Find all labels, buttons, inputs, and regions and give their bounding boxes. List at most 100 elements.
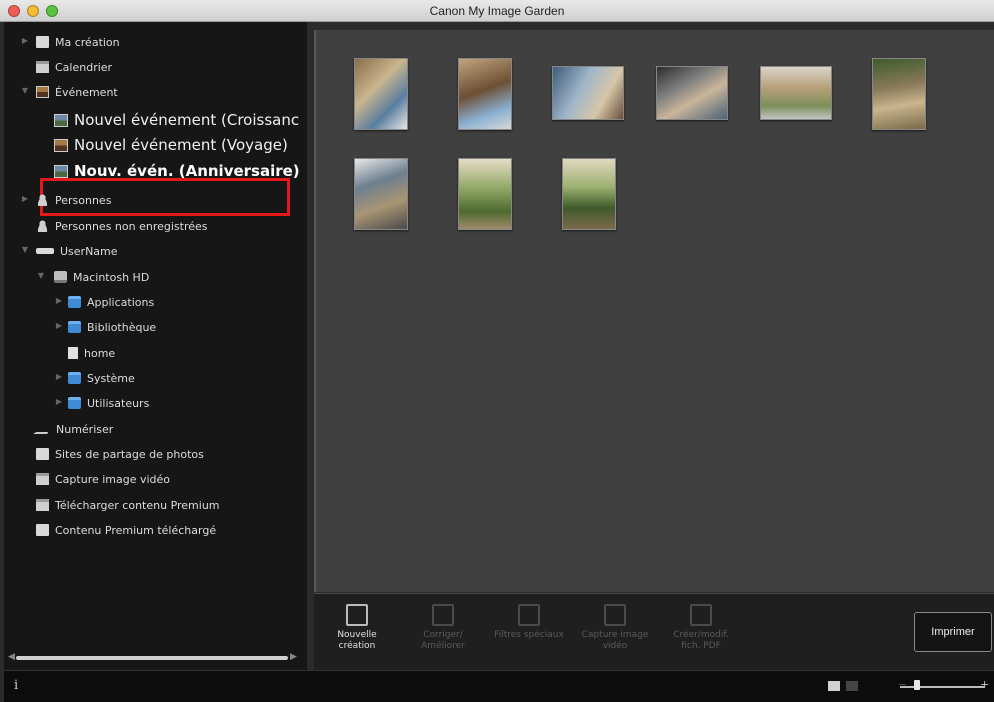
image-thumbnail[interactable]	[562, 158, 616, 230]
home-folder-icon	[68, 347, 78, 359]
unregistered-person-icon	[36, 220, 49, 232]
sidebar-item-label: Événement	[55, 85, 118, 99]
folder-icon	[68, 321, 81, 333]
zoom-slider-thumb[interactable]	[914, 680, 920, 690]
sidebar-item-ma-creation[interactable]: Ma création	[36, 30, 120, 54]
image-thumbnail[interactable]	[458, 58, 512, 130]
sidebar-item-home[interactable]: home	[68, 341, 115, 365]
tool-label: Nouvelle création	[337, 630, 377, 651]
image-grid[interactable]	[314, 30, 994, 592]
scroll-left-icon[interactable]: ◀	[8, 652, 15, 662]
collapse-arrow-icon[interactable]: ▼	[20, 86, 30, 95]
window-title: Canon My Image Garden	[429, 4, 565, 18]
event-thumbnail-icon	[54, 113, 68, 127]
sidebar-item-label: Bibliothèque	[87, 320, 157, 334]
image-thumbnail[interactable]	[458, 158, 512, 230]
sidebar-item-applications[interactable]: Applications	[68, 290, 154, 314]
collapse-arrow-icon[interactable]: ▼	[36, 271, 46, 280]
new-art-button[interactable]: Nouvelle création	[322, 600, 392, 652]
collapse-arrow-icon[interactable]: ▼	[20, 245, 30, 254]
download-premium-icon	[36, 499, 49, 511]
image-thumbnail[interactable]	[656, 66, 728, 120]
sidebar-item-event-croissance[interactable]: Nouvel événement (Croissanc	[54, 108, 299, 132]
zoom-out-icon[interactable]: −	[898, 678, 907, 691]
image-thumbnail[interactable]	[760, 66, 832, 120]
calendar-icon	[36, 61, 49, 73]
special-filters-icon	[518, 604, 540, 626]
sidebar-item-personnes-non-enregistrees[interactable]: Personnes non enregistrées	[36, 214, 208, 238]
sidebar-item-label: Numériser	[56, 422, 114, 436]
expand-arrow-icon[interactable]: ▶	[54, 372, 64, 381]
correct-enhance-button[interactable]: Corriger/ Améliorer	[408, 600, 478, 652]
sidebar-item-sites-partage[interactable]: Sites de partage de photos	[36, 442, 204, 466]
event-icon	[36, 86, 49, 98]
sidebar-item-label: Personnes non enregistrées	[55, 219, 208, 233]
sidebar-item-contenu-premium[interactable]: Contenu Premium téléchargé	[36, 518, 216, 542]
scroll-right-icon[interactable]: ▶	[290, 652, 297, 662]
event-thumbnail-icon	[54, 138, 68, 152]
image-thumbnail[interactable]	[354, 158, 408, 230]
zoom-slider[interactable]	[900, 686, 984, 688]
sidebar-item-personnes[interactable]: Personnes	[36, 188, 111, 212]
sidebar-item-label: Sites de partage de photos	[55, 447, 204, 461]
create-edit-pdf-button[interactable]: Créer/modif. fich. PDF	[666, 600, 736, 652]
expand-arrow-icon[interactable]: ▶	[20, 194, 30, 203]
image-thumbnail[interactable]	[872, 58, 926, 130]
sidebar-item-telecharger-premium[interactable]: Télécharger contenu Premium	[36, 493, 220, 517]
expand-arrow-icon[interactable]: ▶	[54, 321, 64, 330]
action-toolbar: Nouvelle création Corriger/ Améliorer Fi…	[314, 593, 994, 670]
sidebar-item-label: Calendrier	[55, 60, 113, 74]
info-icon[interactable]: i	[14, 678, 18, 693]
sidebar-item-username[interactable]: UserName	[36, 239, 118, 263]
sidebar-item-label: Utilisateurs	[87, 396, 150, 410]
sidebar-item-label: Macintosh HD	[73, 270, 150, 284]
expand-arrow-icon[interactable]: ▶	[20, 36, 30, 45]
sidebar-item-label: home	[84, 346, 116, 360]
expand-arrow-icon[interactable]: ▶	[54, 397, 64, 406]
sidebar-item-label: Télécharger contenu Premium	[55, 498, 220, 512]
sidebar-item-label: Capture image vidéo	[55, 472, 171, 486]
expand-arrow-icon[interactable]: ▶	[54, 296, 64, 305]
video-frame-capture-button[interactable]: Capture image vidéo	[580, 600, 650, 652]
sidebar-item-label: Applications	[87, 295, 155, 309]
thumbnail-view-icon[interactable]	[828, 681, 840, 691]
sidebar-item-label: Nouvel événement (Croissanc	[74, 111, 300, 129]
sidebar-item-event-voyage[interactable]: Nouvel événement (Voyage)	[54, 133, 288, 157]
folder-icon	[68, 372, 81, 384]
sidebar-item-capture-video[interactable]: Capture image vidéo	[36, 467, 170, 491]
sidebar-item-evenement[interactable]: Événement	[36, 80, 118, 104]
image-thumbnail[interactable]	[552, 66, 624, 120]
sidebar-item-label: Contenu Premium téléchargé	[55, 523, 217, 537]
sidebar-item-bibliotheque[interactable]: Bibliothèque	[68, 315, 156, 339]
hard-drive-icon	[54, 271, 67, 283]
sidebar-item-label: UserName	[60, 244, 118, 258]
sidebar-item-label: Système	[87, 371, 135, 385]
sidebar-item-systeme[interactable]: Système	[68, 366, 135, 390]
tool-label: Créer/modif. fich. PDF	[673, 630, 729, 651]
folder-icon	[68, 397, 81, 409]
folder-icon	[68, 296, 81, 308]
special-filters-button[interactable]: Filtres spéciaux	[494, 600, 564, 641]
print-button[interactable]: Imprimer	[914, 612, 992, 652]
detail-view-icon[interactable]	[846, 681, 858, 691]
sidebar-item-label: Nouvel événement (Voyage)	[74, 136, 288, 154]
pdf-icon	[690, 604, 712, 626]
zoom-in-icon[interactable]: +	[980, 678, 989, 691]
sidebar-item-numeriser[interactable]: Numériser	[33, 417, 114, 441]
sidebar-item-utilisateurs[interactable]: Utilisateurs	[68, 391, 149, 415]
correct-enhance-icon	[432, 604, 454, 626]
premium-content-icon	[36, 524, 49, 536]
tool-label: Corriger/ Améliorer	[421, 630, 465, 651]
event-thumbnail-icon	[54, 164, 68, 178]
new-art-icon	[346, 604, 368, 626]
sidebar-item-label: Ma création	[55, 35, 120, 49]
photo-sharing-icon	[36, 448, 49, 460]
computer-icon	[36, 248, 54, 254]
sidebar-item-calendrier[interactable]: Calendrier	[36, 55, 112, 79]
sidebar-item-label: Personnes	[55, 193, 112, 207]
sidebar[interactable]: ▶ Ma création Calendrier ▼ Événement Nou…	[4, 22, 307, 670]
sidebar-item-macintosh-hd[interactable]: Macintosh HD	[54, 265, 149, 289]
tool-label: Capture image vidéo	[581, 630, 649, 651]
image-thumbnail[interactable]	[354, 58, 408, 130]
sidebar-horizontal-scrollbar[interactable]	[16, 656, 288, 660]
